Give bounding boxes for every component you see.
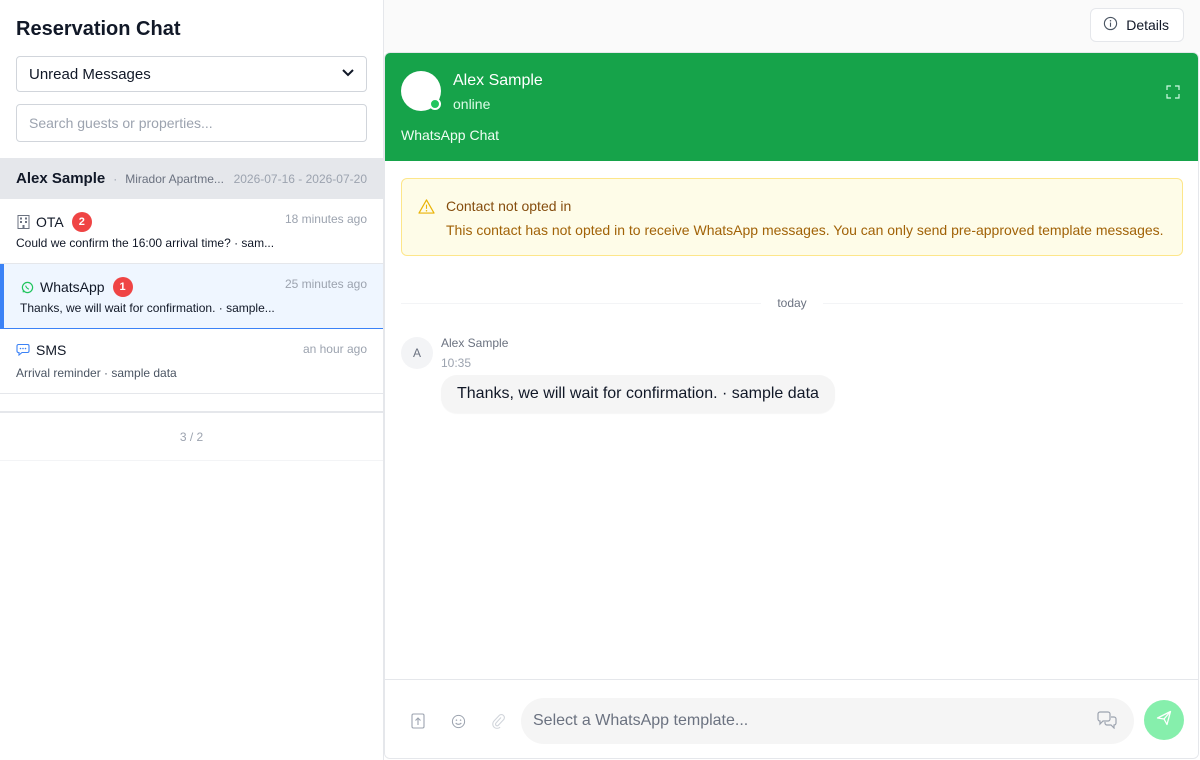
conversation-preview: Thanks, we will wait for confirmation. ·…: [20, 301, 275, 315]
conversation-time: 25 minutes ago: [284, 277, 367, 291]
separator: ·: [113, 171, 118, 186]
conversation-item-sms[interactable]: SMS an hour ago Arrival reminder · sampl…: [0, 329, 383, 394]
sidebar-title: Reservation Chat: [16, 18, 181, 40]
send-button[interactable]: [1144, 700, 1184, 740]
online-status-dot: [429, 98, 441, 110]
topbar: Details: [384, 0, 1200, 52]
template-select-input[interactable]: Select a WhatsApp template...: [521, 698, 1134, 744]
message-time: 10:35: [441, 356, 472, 370]
conversation-sidebar: Reservation Chat Unread Messages Alex Sa…: [0, 0, 384, 760]
whatsapp-icon: [20, 280, 34, 294]
day-label: today: [777, 296, 807, 310]
filter-selected-value: Unread Messages: [29, 65, 151, 83]
unread-badge: 1: [112, 277, 133, 297]
pagination: 3 / 2: [0, 411, 383, 461]
channel-name: WhatsApp: [40, 279, 105, 295]
conversation-item-ota[interactable]: OTA 2 18 minutes ago Could we confirm th…: [0, 199, 383, 264]
message-filter-select[interactable]: Unread Messages: [16, 56, 367, 92]
building-icon: [16, 215, 30, 229]
message-sender: Alex Sample: [441, 336, 509, 350]
message-avatar: A: [401, 337, 433, 369]
emoji-icon[interactable]: [449, 712, 467, 730]
contact-status: online: [453, 96, 491, 112]
search-input[interactable]: [16, 104, 367, 142]
chat-channel-label: WhatsApp Chat: [401, 127, 500, 143]
conversation-preview: Arrival reminder · sample data: [16, 366, 177, 380]
warning-text: This contact has not opted in to receive…: [446, 222, 1164, 238]
details-button[interactable]: Details: [1090, 8, 1184, 42]
upload-icon[interactable]: [409, 712, 427, 730]
warning-title: Contact not opted in: [446, 198, 572, 214]
conversation-time: 18 minutes ago: [284, 212, 367, 226]
paperclip-icon[interactable]: [489, 712, 507, 730]
chat-bubbles-icon[interactable]: [1096, 711, 1118, 734]
message-composer: Select a WhatsApp template...: [385, 679, 1198, 758]
conversation-time: an hour ago: [302, 342, 367, 356]
conversation-item-whatsapp[interactable]: WhatsApp 1 25 minutes ago Thanks, we wil…: [0, 264, 383, 329]
conversation-preview: Could we confirm the 16:00 arrival time?…: [16, 236, 275, 250]
guest-name: Alex Sample: [16, 170, 106, 187]
warning-icon: [418, 199, 435, 219]
send-icon: [1156, 710, 1172, 731]
info-icon: [1103, 16, 1118, 34]
reservation-dates: 2026-07-16 - 2026-07-20: [233, 171, 367, 186]
contact-name: Alex Sample: [453, 72, 543, 89]
chat-header: Alex Sample online WhatsApp Chat: [385, 53, 1198, 161]
chevron-down-icon: [342, 68, 354, 80]
property-name: Mirador Apartme...: [125, 171, 224, 186]
chat-panel: Alex Sample online WhatsApp Chat Contact…: [384, 52, 1199, 759]
day-divider: today: [401, 295, 1183, 311]
unread-badge: 2: [71, 212, 92, 232]
template-placeholder: Select a WhatsApp template...: [533, 712, 749, 729]
reservation-group-header[interactable]: Alex Sample · Mirador Apartme... 2026-07…: [0, 158, 383, 199]
sms-icon: [16, 343, 30, 357]
message-bubble: Thanks, we will wait for confirmation. ·…: [441, 375, 835, 413]
app-root: Reservation Chat Unread Messages Alex Sa…: [0, 0, 1200, 760]
details-label: Details: [1126, 17, 1169, 33]
expand-icon[interactable]: [1166, 85, 1180, 99]
opt-in-warning: Contact not opted in This contact has no…: [401, 178, 1183, 256]
channel-name: OTA: [36, 214, 64, 230]
channel-name: SMS: [36, 342, 67, 358]
